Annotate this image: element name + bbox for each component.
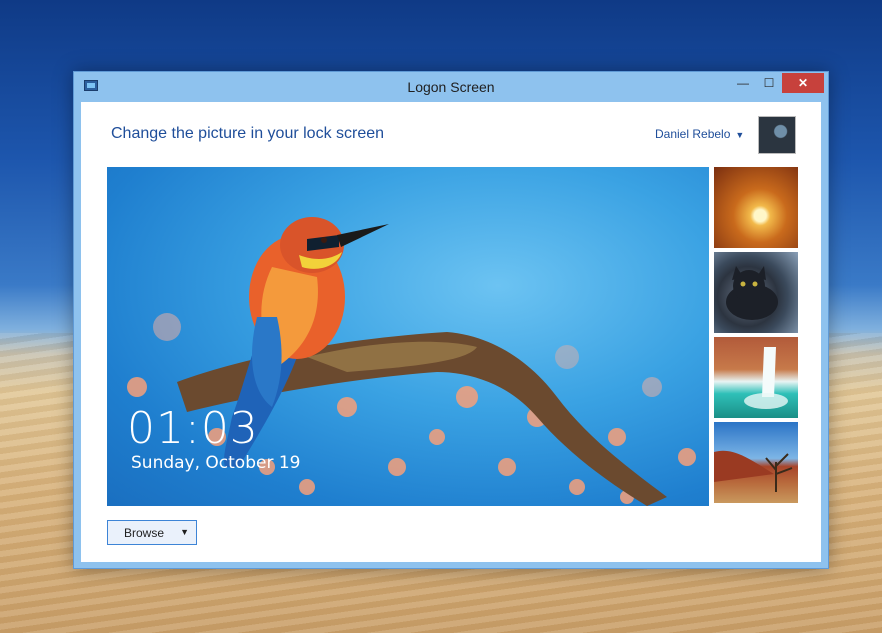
maximize-button[interactable]: ☐ [756,73,782,93]
thumbnail-black-cat[interactable] [714,252,798,333]
page-title: Change the picture in your lock screen [111,125,385,142]
browse-label: Browse [124,526,165,540]
chevron-down-icon[interactable]: ▼ [180,527,189,537]
close-button[interactable]: ✕ [782,73,824,93]
thumbnail-waterfall[interactable] [714,337,798,418]
lock-screen-time: 01:03 [127,403,259,454]
minimize-button[interactable]: — [730,73,756,93]
logon-screen-window: Logon Screen — ☐ ✕ Change the picture in… [73,71,829,569]
avatar[interactable] [758,116,796,154]
user-account-menu[interactable]: Daniel Rebelo ▼ [655,127,744,141]
thumbnail-autumn-leaves[interactable] [714,167,798,248]
chevron-down-icon: ▼ [735,130,745,140]
waterfall-illustration [744,347,788,409]
window-title: Logon Screen [407,79,495,95]
lock-screen-date: Sunday, October 19 [131,453,301,473]
window-content: Change the picture in your lock screen D… [81,102,821,562]
cat-illustration [726,266,778,320]
title-bar[interactable]: Logon Screen — ☐ ✕ [74,72,828,102]
user-name: Daniel Rebelo [655,127,731,141]
thumbnail-desert-rock[interactable] [714,422,798,503]
browse-button[interactable]: Browse ▼ [107,520,197,545]
desert-tree-illustration [714,450,793,492]
lock-screen-preview: 01:03 Sunday, October 19 [107,167,709,506]
